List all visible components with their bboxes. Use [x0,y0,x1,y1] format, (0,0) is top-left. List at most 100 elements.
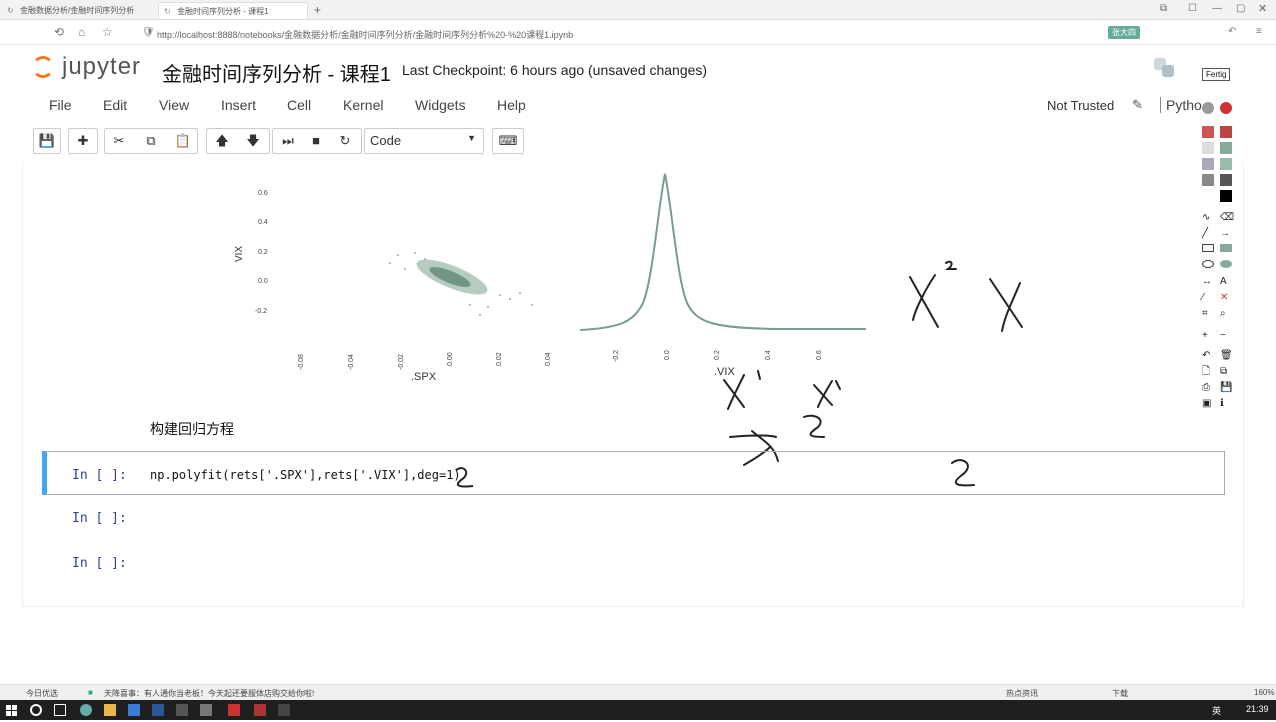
close-icon[interactable]: ✕ [1258,2,1267,15]
app-icon[interactable] [200,704,212,716]
bookmark-icon[interactable]: ☐ [1188,3,1197,14]
menu-icon[interactable]: ≡ [1256,26,1262,37]
zoom-level[interactable]: 160% [1254,688,1274,697]
search-icon[interactable] [30,704,42,716]
color-light-icon[interactable] [1202,142,1214,154]
security-icon: 🛡 [142,27,155,38]
favorite-star-icon[interactable]: ☆ [102,25,113,39]
cut-icon[interactable]: ✂ [105,130,133,152]
new-tab-button[interactable]: + [314,3,321,17]
arrow-icon[interactable]: → [1220,228,1232,240]
jupyter-logo-icon[interactable] [32,56,54,78]
jupyter-logo[interactable]: jupyter [62,53,141,81]
menu-kernel[interactable]: Kernel [343,97,383,113]
stop-icon[interactable]: ■ [302,130,330,152]
menu-cell[interactable]: Cell [287,97,311,113]
red-dot-icon[interactable] [1220,102,1232,114]
image-icon[interactable]: ▣ [1202,398,1214,410]
color-red-icon[interactable] [1202,126,1214,138]
filled-ellipse-icon[interactable] [1220,260,1232,268]
move-up-icon[interactable]: 🡅 [208,130,236,152]
url-field[interactable]: http://localhost:8888/notebooks/金融数据分析/金… [157,28,573,41]
new-page-icon[interactable]: 🗋 [1202,366,1214,378]
ime-indicator[interactable]: 英 [1212,704,1221,717]
color-darkred-icon[interactable] [1220,126,1232,138]
ellipse-icon[interactable] [1202,260,1214,268]
double-arrow-icon[interactable]: ↔ [1202,276,1214,288]
move-down-icon[interactable]: 🡇 [239,130,267,152]
minimize-icon[interactable]: — [1212,3,1222,14]
browser-app-icon[interactable] [80,704,92,716]
app-icon[interactable] [176,704,188,716]
menu-widgets[interactable]: Widgets [415,97,466,113]
trash-icon[interactable]: 🗑 [1220,350,1233,362]
history-icon[interactable]: ↶ [1228,26,1236,37]
status-download[interactable]: 下载 [1112,688,1128,699]
rectangle-icon[interactable] [1202,244,1214,252]
color-gray-icon[interactable] [1202,158,1214,170]
status-left-label[interactable]: 今日优选 [26,688,58,699]
notebook-title[interactable]: 金融时间序列分析 - 课程1 [162,58,391,87]
menu-view[interactable]: View [159,97,189,113]
freehand-icon[interactable]: ∿ [1202,212,1214,224]
trust-status-button[interactable]: Not Trusted [1041,96,1120,115]
text-tool-icon[interactable]: A [1220,276,1232,288]
app-icon[interactable] [152,704,164,716]
color-darkgray-icon[interactable] [1202,174,1214,186]
task-view-icon[interactable] [54,704,66,716]
app-icon[interactable] [128,704,140,716]
menu-file[interactable]: File [49,97,72,113]
undo-icon[interactable]: ↶ [1202,350,1214,362]
select-icon[interactable]: ⌗ [1202,308,1214,320]
menu-edit[interactable]: Edit [103,97,127,113]
info-icon[interactable]: ℹ [1220,398,1232,410]
copy-icon[interactable]: ⧉ [137,130,165,152]
cell-prompt: In [ ]: [72,468,127,483]
app-icon[interactable] [228,704,240,716]
color-green-icon[interactable] [1220,142,1232,154]
app-icon[interactable] [278,704,290,716]
cell-type-select[interactable]: Code ▼ [366,131,482,151]
user-badge[interactable]: 张大四 [1108,26,1140,39]
zoom-icon[interactable]: ⌕ [1220,308,1232,320]
maximize-icon[interactable]: ▢ [1236,3,1245,14]
paste-icon[interactable]: 📋 [169,130,197,152]
add-cell-icon[interactable]: ✚ [69,130,97,152]
eraser-icon[interactable]: ⌫ [1220,212,1234,224]
line-icon[interactable]: ╱ [1202,228,1214,240]
address-bar: ⟲ ⌂ ☆ 🛡 http://localhost:8888/notebooks/… [0,21,1276,45]
tab-list-icon[interactable]: ⧉ [1160,3,1167,14]
color-black-icon[interactable] [1220,190,1232,202]
save-icon[interactable]: 💾 [33,130,61,152]
print-icon[interactable]: ⎙ [1202,382,1214,394]
status-hot-news[interactable]: 热点资讯 [1006,688,1038,699]
status-news[interactable]: 天降喜事：有人通你当老板！今天起还要服体店购交给你啦! [104,688,314,699]
plus-icon[interactable]: + [1202,330,1214,342]
run-icon[interactable]: ⏭ [274,130,302,152]
windows-start-icon[interactable] [6,704,18,716]
clock[interactable]: 21:39 [1246,704,1269,714]
pen-dot-icon[interactable] [1202,102,1214,114]
browser-tab-2[interactable]: ↻ 金融时间序列分析 - 课程1 [158,2,308,19]
app-icon[interactable] [254,704,266,716]
edit-pencil-icon[interactable]: ✎ [1132,97,1143,113]
code-cell[interactable] [42,542,1225,586]
save-disk-icon[interactable]: 💾 [1220,382,1232,394]
filled-rectangle-icon[interactable] [1220,244,1232,252]
code-cell[interactable] [42,497,1225,541]
back-icon[interactable]: ⟲ [54,25,64,39]
clear-icon[interactable]: ✕ [1220,292,1232,304]
menu-insert[interactable]: Insert [221,97,256,113]
file-explorer-icon[interactable] [104,704,116,716]
keyboard-icon[interactable]: ⌨ [494,130,522,152]
cell-code-input[interactable]: np.polyfit(rets['.SPX'],rets['.VIX'],deg… [150,468,461,482]
highlighter-icon[interactable]: ⁄ [1202,292,1214,304]
browser-tab-1[interactable]: ↻ 金融数据分析/金融时间序列分析 [2,2,152,19]
color-pattern-icon[interactable] [1220,174,1232,186]
menu-help[interactable]: Help [497,97,526,113]
restart-icon[interactable]: ↻ [331,130,359,152]
color-teal-icon[interactable] [1220,158,1232,170]
minus-icon[interactable]: − [1220,330,1232,342]
copy-page-icon[interactable]: ⧉ [1220,366,1232,378]
home-icon[interactable]: ⌂ [78,25,85,39]
